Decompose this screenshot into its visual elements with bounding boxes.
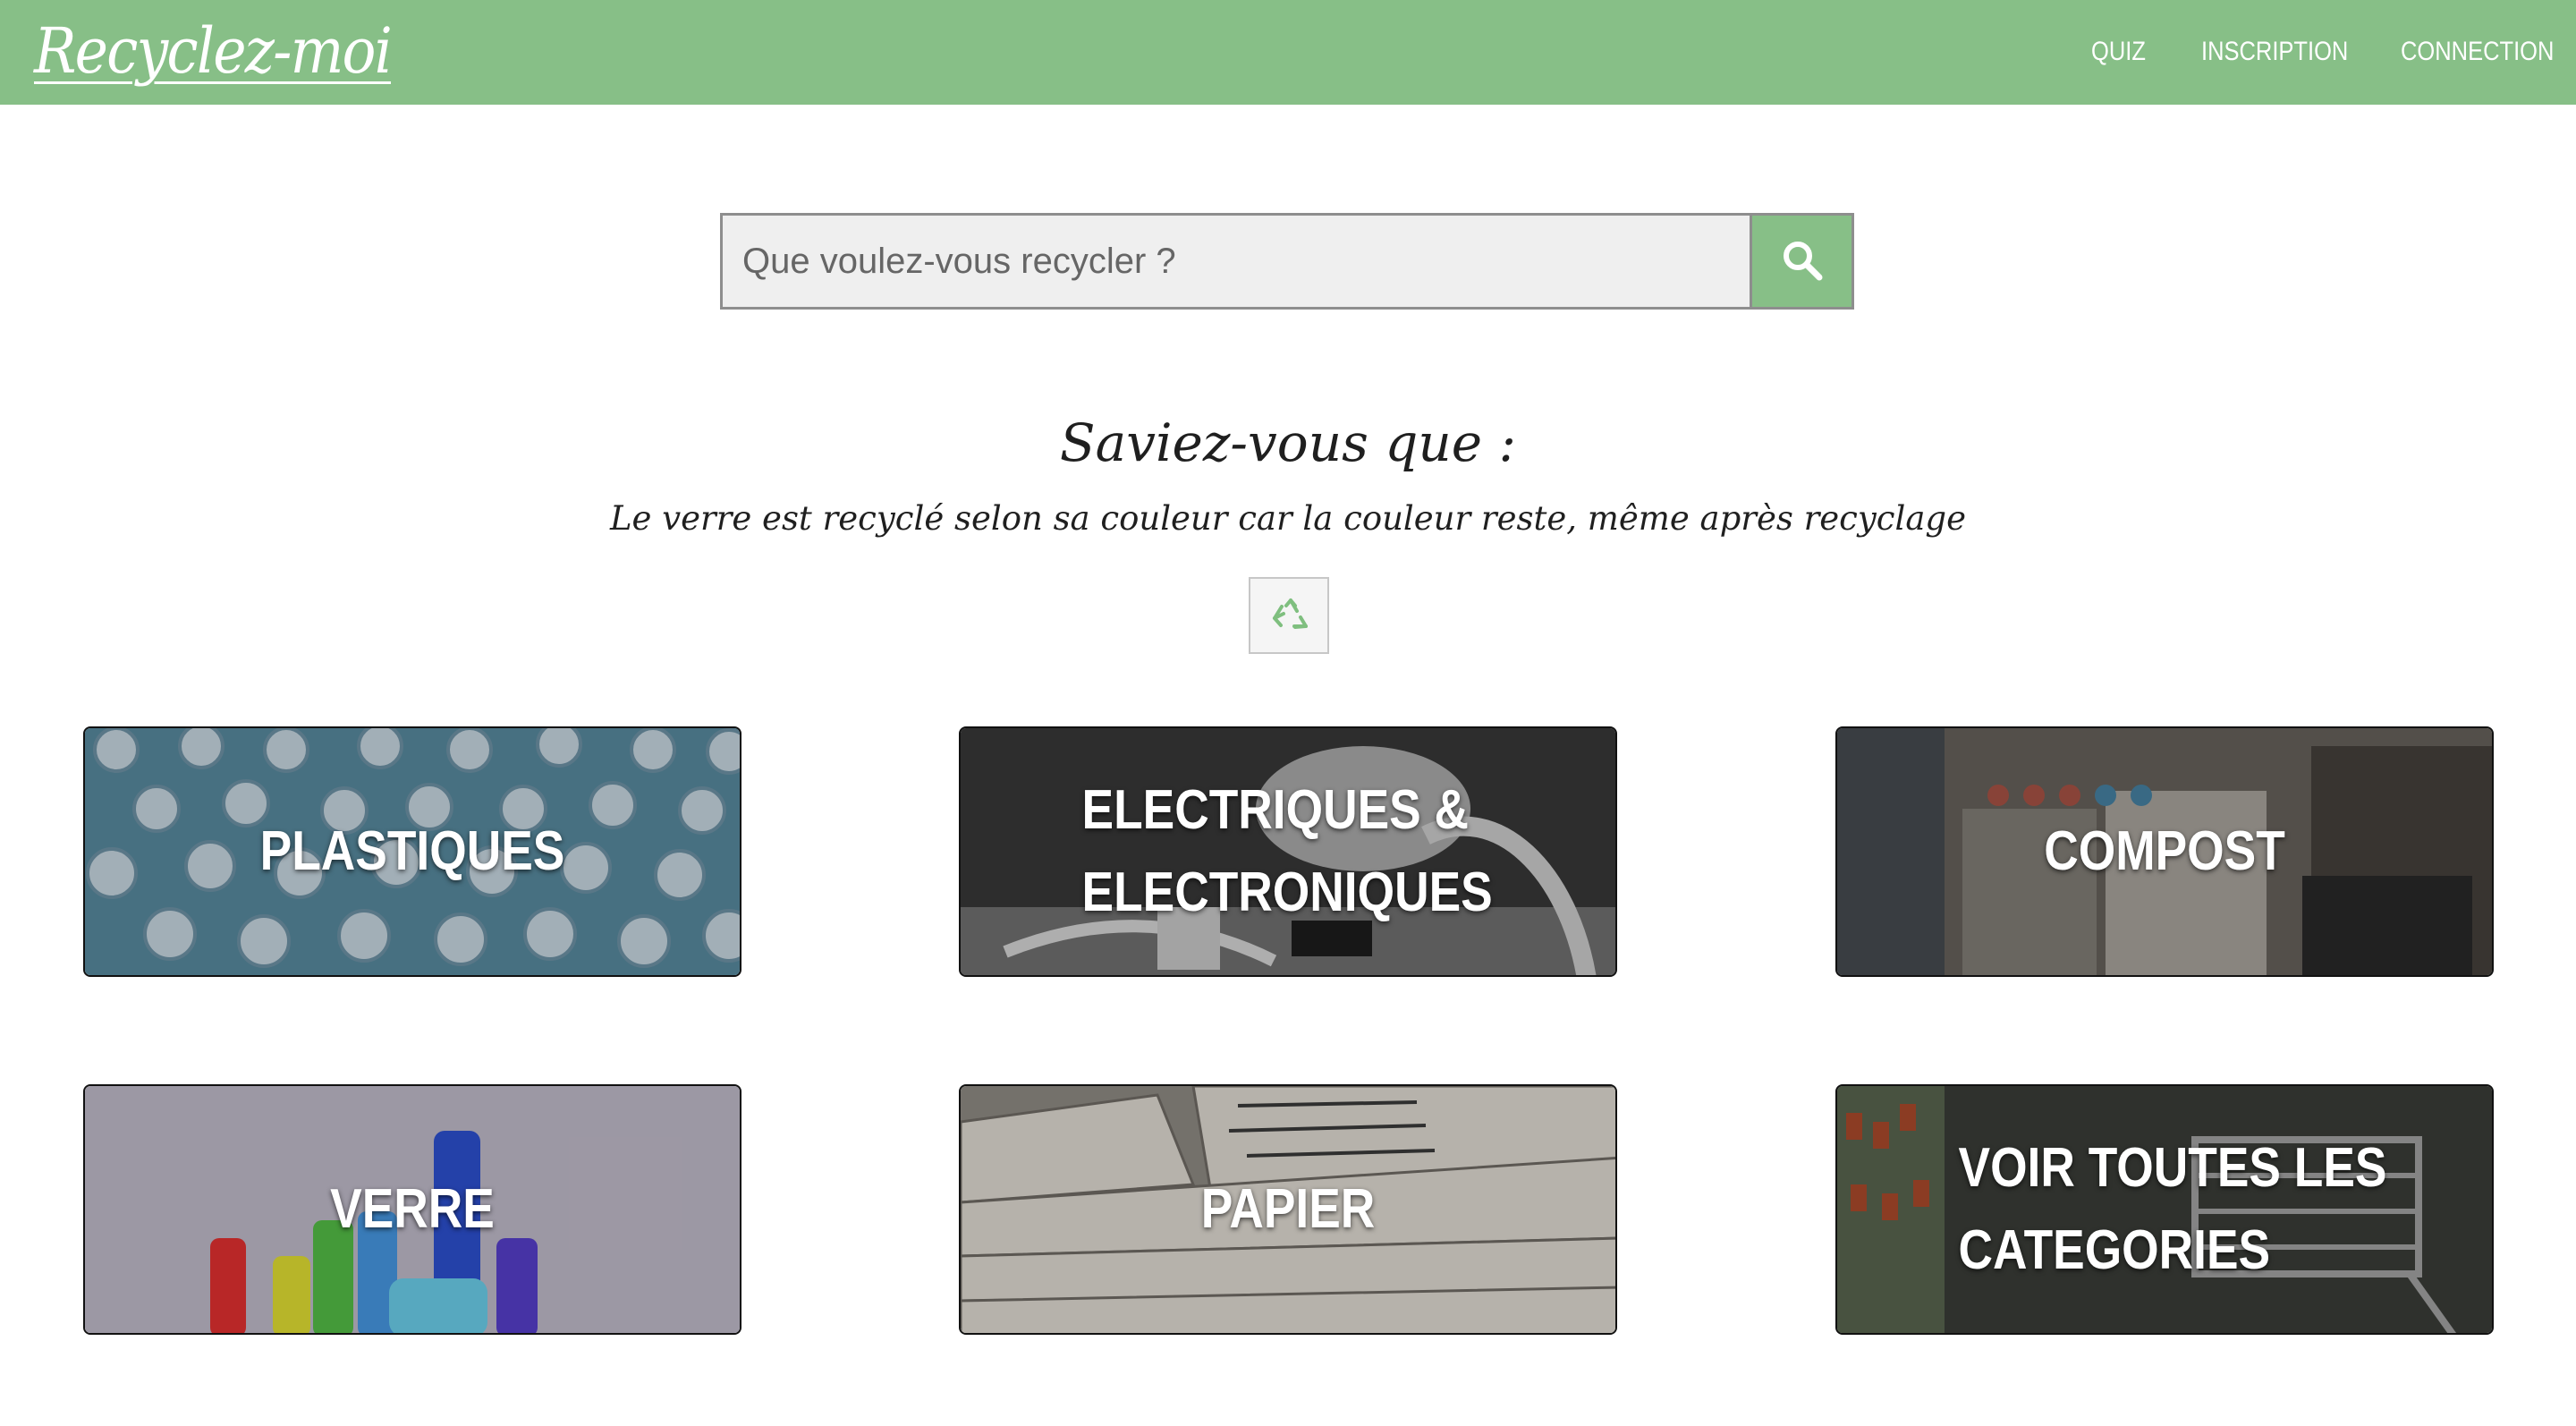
card-compost[interactable]: COMPOST <box>1835 726 2494 977</box>
fact-text: Le verre est recyclé selon sa couleur ca… <box>609 499 1966 538</box>
card-label: PAPIER <box>1200 1178 1376 1240</box>
card-label: VOIR TOUTES LES CATEGORIES <box>1958 1137 2387 1281</box>
card-plastiques[interactable]: PLASTIQUES <box>83 726 741 977</box>
card-label: VERRE <box>330 1178 495 1240</box>
new-fact-button[interactable] <box>1249 577 1329 654</box>
nav-link-connection[interactable]: CONNECTION <box>2401 32 2554 72</box>
search-bar <box>720 213 1854 310</box>
card-label: ELECTRIQUES & ELECTRONIQUES <box>1081 779 1493 923</box>
search-icon <box>1784 242 1823 281</box>
card-label: PLASTIQUES <box>259 820 565 882</box>
top-navbar: Recyclez-moi QUIZ INSCRIPTION CONNECTION <box>0 0 2576 105</box>
search-button[interactable] <box>1750 216 1852 307</box>
card-electriques[interactable]: ELECTRIQUES & ELECTRONIQUES <box>959 726 1617 977</box>
nav-link-quiz[interactable]: QUIZ <box>2091 32 2146 72</box>
card-verre[interactable]: VERRE <box>83 1084 741 1335</box>
card-label: COMPOST <box>2044 820 2285 882</box>
nav-link-inscription[interactable]: INSCRIPTION <box>2201 32 2348 72</box>
brand-logo-link[interactable]: Recyclez-moi <box>34 9 393 93</box>
card-all-categories[interactable]: VOIR TOUTES LES CATEGORIES <box>1835 1084 2494 1335</box>
fact-title: Saviez-vous que : <box>1059 412 1517 473</box>
card-papier[interactable]: PAPIER <box>959 1084 1617 1335</box>
search-input[interactable] <box>723 216 1751 307</box>
recycle-icon <box>1273 598 1308 629</box>
